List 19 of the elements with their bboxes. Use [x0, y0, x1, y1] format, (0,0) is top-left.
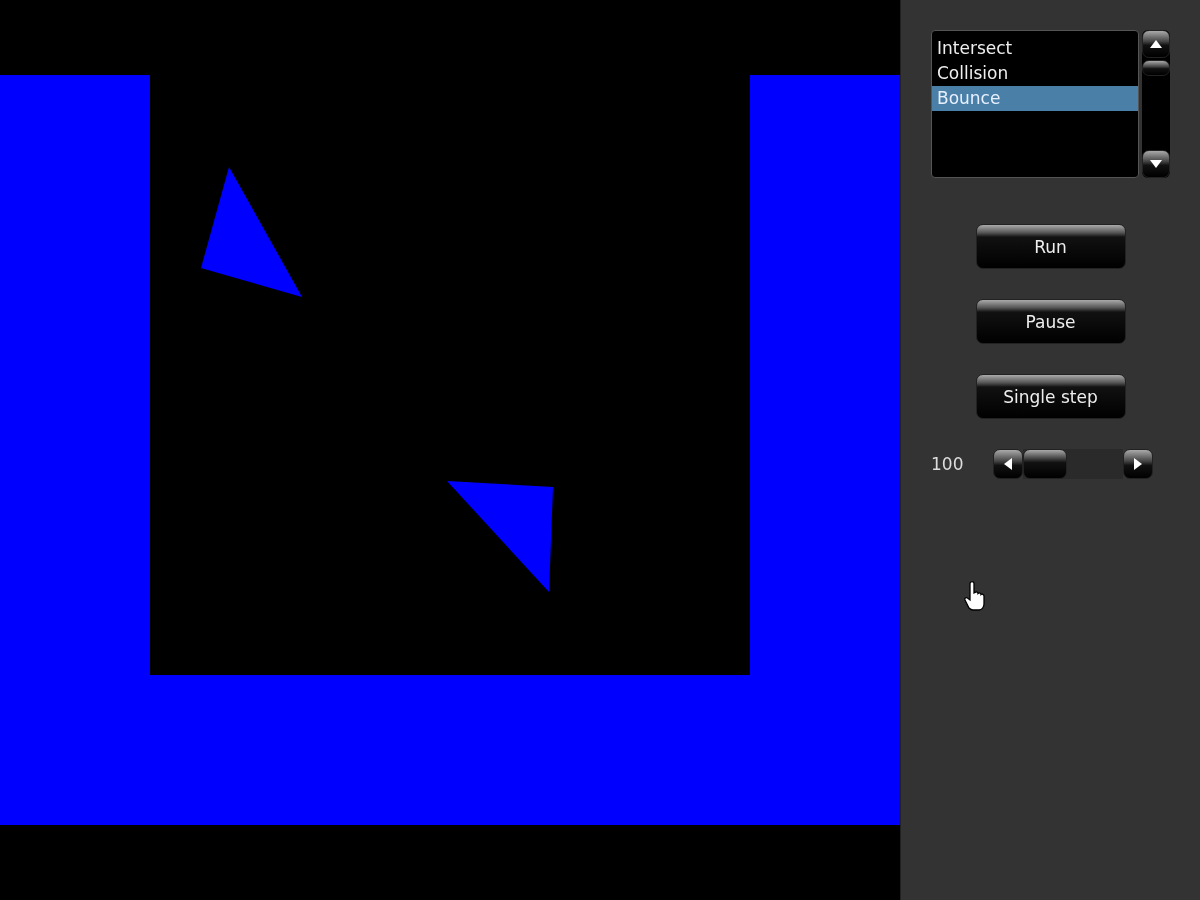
list-item[interactable]: Collision — [932, 61, 1138, 86]
list-item[interactable]: Bounce — [932, 86, 1138, 111]
scene-list[interactable]: Intersect Collision Bounce — [931, 30, 1139, 178]
scroll-up-button[interactable] — [1142, 30, 1170, 58]
up-triangle-icon — [1150, 40, 1162, 48]
scroll-down-button[interactable] — [1142, 150, 1170, 178]
right-triangle-icon — [1134, 458, 1142, 470]
slider-left-button[interactable] — [993, 449, 1023, 479]
slider-right-button[interactable] — [1123, 449, 1153, 479]
down-triangle-icon — [1150, 160, 1162, 168]
left-triangle-icon — [1004, 458, 1012, 470]
speed-value: 100 — [931, 454, 965, 474]
slider-thumb[interactable] — [1023, 449, 1067, 479]
action-button[interactable]: Pause — [975, 299, 1126, 344]
list-item[interactable]: Intersect — [932, 36, 1138, 61]
scrollbar[interactable] — [1142, 30, 1170, 178]
scroll-thumb[interactable] — [1142, 60, 1170, 76]
action-button[interactable]: Single step — [975, 374, 1126, 419]
action-button[interactable]: Run — [975, 224, 1126, 269]
